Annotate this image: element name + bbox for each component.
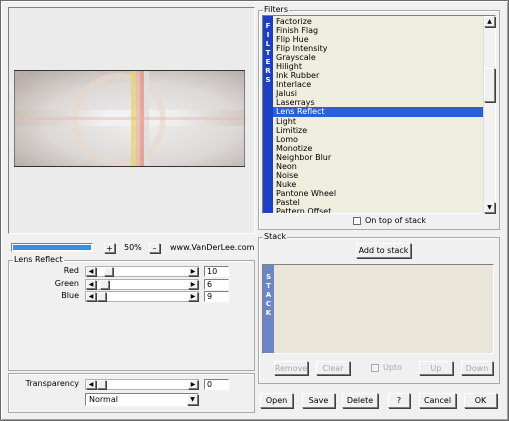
preview-image[interactable] [14, 70, 245, 167]
up-button[interactable]: Up [419, 361, 453, 375]
blue-label: Blue [61, 291, 79, 300]
filter-list-item[interactable]: Neighbor Blur [273, 153, 483, 162]
green-left-arrow[interactable]: ◀ [86, 280, 96, 289]
save-button[interactable]: Save [302, 393, 335, 408]
transparency-label: Transparency [25, 379, 79, 388]
progress-fill [13, 245, 91, 250]
stack-side-letter: A [265, 291, 272, 299]
filters-side-letter: E [265, 58, 271, 66]
filter-list-item[interactable]: Finish Flag [273, 26, 483, 35]
help-button[interactable]: ? [388, 393, 410, 408]
filter-list-item[interactable]: Ink Rubber [273, 71, 483, 80]
on-top-label: On top of stack [365, 216, 427, 225]
filter-list-item[interactable]: Laserrays [273, 98, 483, 107]
filters-items: Factorize Finish Flag Flip Hue Flip Intensi… [273, 17, 483, 213]
filter-list-item[interactable]: Pastel [273, 198, 483, 207]
filters-side-letter: S [265, 76, 271, 84]
blue-slider[interactable]: ◀ ▶ [85, 291, 199, 302]
filter-list-item[interactable]: Flip Hue [273, 35, 483, 44]
zoom-level: 50% [124, 243, 142, 252]
filter-list-item[interactable]: Lens Reflect [273, 107, 483, 117]
green-thumb[interactable] [100, 280, 109, 289]
chevron-down-icon[interactable]: ▼ [187, 394, 198, 405]
upto-label: Upto [383, 363, 402, 372]
stack-listbox[interactable]: STACK [262, 264, 494, 354]
filter-list-item[interactable]: Neon [273, 162, 483, 171]
add-to-stack-button[interactable]: Add to stack [356, 243, 411, 258]
blue-value[interactable]: 9 [204, 291, 229, 302]
red-value[interactable]: 10 [204, 266, 229, 277]
red-label: Red [63, 266, 79, 275]
filters-side-letter: T [265, 49, 271, 57]
brand-label: www.VanDerLee.com [170, 243, 255, 252]
filters-side-letter: R [265, 67, 271, 75]
filter-list-item[interactable]: Grayscale [273, 53, 483, 62]
lens-reflect-title: Lens Reflect [13, 255, 64, 264]
filters-title: Filters [263, 5, 289, 14]
blue-right-arrow[interactable]: ▶ [188, 292, 198, 301]
clear-button[interactable]: Clear [316, 361, 350, 375]
stack-title: Stack [263, 232, 288, 241]
green-label: Green [54, 279, 79, 288]
filter-list-item[interactable]: Interlace [273, 80, 483, 89]
filter-list-item[interactable]: Lomo [273, 135, 483, 144]
filters-side-label: FILTERS [263, 16, 273, 213]
cancel-button[interactable]: Cancel [419, 393, 456, 408]
stack-side-letter: C [265, 300, 272, 308]
transparency-slider[interactable]: ◀ ▶ [85, 379, 199, 390]
filters-side-letter: F [265, 22, 271, 30]
filter-list-item[interactable]: Pantone Wheel [273, 189, 483, 198]
upto-checkbox[interactable] [371, 364, 379, 372]
red-slider[interactable]: ◀ ▶ [85, 266, 199, 277]
red-left-arrow[interactable]: ◀ [86, 267, 96, 276]
lens-reflect-dialog: + 50% – www.VanDerLee.com Lens Reflect R… [0, 0, 509, 421]
filters-side-letter: L [265, 40, 271, 48]
filters-side-letter: I [266, 31, 270, 39]
transparency-left-arrow[interactable]: ◀ [86, 380, 96, 389]
filters-scrollbar[interactable]: ▲ ▼ [483, 16, 495, 213]
filter-list-item[interactable]: Factorize [273, 17, 483, 26]
filters-listbox[interactable]: FILTERS Factorize Finish Flag Flip Hue Flip… [262, 15, 496, 214]
blue-thumb[interactable] [97, 292, 106, 301]
transparency-thumb[interactable] [97, 380, 106, 389]
green-slider[interactable]: ◀ ▶ [85, 279, 199, 290]
open-button[interactable]: Open [260, 393, 293, 408]
filter-list-item[interactable]: Hilight [273, 62, 483, 71]
stack-side-label: STACK [263, 265, 274, 353]
scroll-up-arrow[interactable]: ▲ [484, 16, 495, 27]
zoom-in-button[interactable]: + [104, 243, 115, 253]
scroll-thumb[interactable] [484, 68, 495, 102]
zoom-out-button[interactable]: – [149, 243, 160, 253]
progress-bar [11, 243, 93, 252]
green-value[interactable]: 6 [204, 279, 229, 290]
red-right-arrow[interactable]: ▶ [188, 267, 198, 276]
blue-left-arrow[interactable]: ◀ [86, 292, 96, 301]
stack-side-letter: S [265, 273, 272, 281]
down-button[interactable]: Down [461, 361, 493, 375]
filter-list-item[interactable]: Noise [273, 171, 483, 180]
filter-list-item[interactable]: Pattern Offset [273, 207, 483, 213]
transparency-right-arrow[interactable]: ▶ [188, 380, 198, 389]
red-thumb[interactable] [104, 267, 113, 276]
green-right-arrow[interactable]: ▶ [188, 280, 198, 289]
blend-mode-select[interactable]: Normal ▼ [85, 393, 199, 406]
filter-list-item[interactable]: Limitize [273, 126, 483, 135]
filter-list-item[interactable]: Flip Intensity [273, 44, 483, 53]
filter-list-item[interactable]: Light [273, 117, 483, 126]
filter-list-item[interactable]: Monotize [273, 144, 483, 153]
stack-side-letter: K [265, 309, 272, 317]
stack-side-letter: T [266, 282, 271, 290]
remove-button[interactable]: Remove [274, 361, 308, 375]
delete-button[interactable]: Delete [342, 393, 378, 408]
ok-button[interactable]: OK [464, 393, 497, 408]
filter-list-item[interactable]: Jalusi [273, 89, 483, 98]
transparency-value[interactable]: 0 [204, 379, 229, 390]
preview-panel [8, 7, 255, 234]
blend-mode-value: Normal [89, 395, 118, 404]
on-top-checkbox[interactable] [353, 217, 361, 225]
filter-list-item[interactable]: Nuke [273, 180, 483, 189]
scroll-down-arrow[interactable]: ▼ [484, 202, 495, 213]
